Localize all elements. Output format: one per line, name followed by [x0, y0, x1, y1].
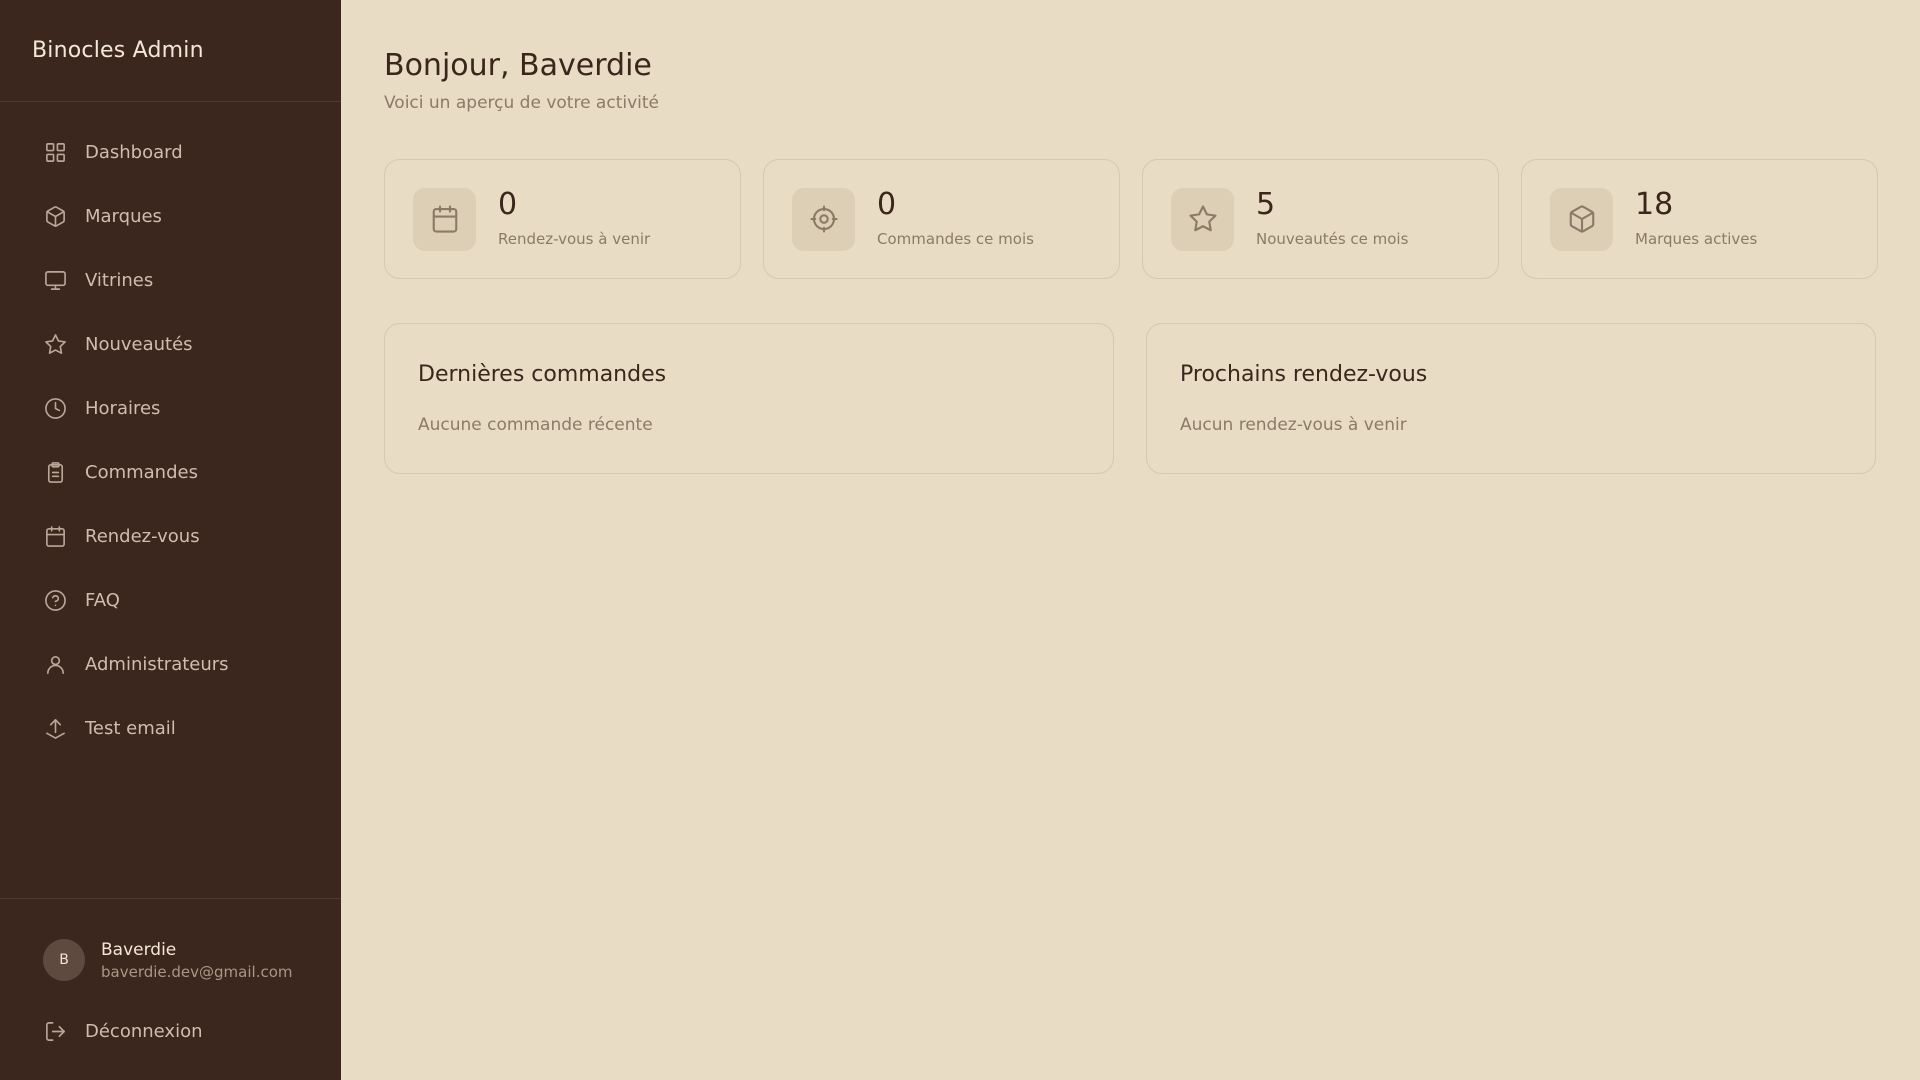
sidebar-item-label: Test email — [85, 717, 176, 739]
sidebar-nav: Dashboard Marques Vitrines Nouveautés Ho… — [0, 102, 341, 898]
upcoming-appointments-panel: Prochains rendez-vous Aucun rendez-vous … — [1146, 323, 1876, 474]
sidebar-item-label: Horaires — [85, 397, 161, 419]
stat-value: 18 — [1635, 187, 1674, 222]
sidebar-item-dashboard[interactable]: Dashboard — [0, 120, 341, 184]
stat-value: 5 — [1256, 187, 1276, 222]
monitor-icon — [43, 268, 67, 292]
page-title: Bonjour, Baverdie — [384, 48, 652, 83]
sidebar: Binocles Admin Dashboard Marques Vitrine… — [0, 0, 341, 1080]
sidebar-footer: B Baverdie baverdie.dev@gmail.com Déconn… — [0, 898, 341, 1080]
recent-orders-panel: Dernières commandes Aucune commande réce… — [384, 323, 1114, 474]
sidebar-item-label: Dashboard — [85, 141, 183, 163]
stat-card-marques: 18 Marques actives — [1521, 159, 1878, 279]
app-title: Binocles Admin — [0, 0, 341, 102]
sidebar-item-vitrines[interactable]: Vitrines — [0, 248, 341, 312]
logout-label: Déconnexion — [85, 1020, 203, 1042]
stats-row: 0 Rendez-vous à venir 0 Commandes ce moi… — [384, 159, 1878, 279]
stat-value: 0 — [498, 187, 518, 222]
sidebar-item-label: Commandes — [85, 461, 198, 483]
clock-icon — [43, 396, 67, 420]
sidebar-item-marques[interactable]: Marques — [0, 184, 341, 248]
sidebar-item-label: Rendez-vous — [85, 525, 200, 547]
avatar: B — [43, 939, 85, 981]
help-circle-icon — [43, 588, 67, 612]
stat-value: 0 — [877, 187, 897, 222]
sidebar-item-administrateurs[interactable]: Administrateurs — [0, 632, 341, 696]
user-name: Baverdie — [101, 939, 177, 960]
sidebar-item-test-email[interactable]: Test email — [0, 696, 341, 760]
calendar-icon — [413, 187, 476, 251]
stat-card-rendez-vous: 0 Rendez-vous à venir — [384, 159, 741, 279]
stat-card-nouveautes: 5 Nouveautés ce mois — [1142, 159, 1499, 279]
panel-title: Dernières commandes — [418, 362, 667, 387]
grid-icon — [43, 140, 67, 164]
sidebar-item-label: Administrateurs — [85, 653, 229, 675]
stat-label: Nouveautés ce mois — [1256, 230, 1409, 248]
sidebar-item-commandes[interactable]: Commandes — [0, 440, 341, 504]
page-subtitle: Voici un aperçu de votre activité — [384, 93, 659, 113]
main-content: Bonjour, Baverdie Voici un aperçu de vot… — [341, 0, 1920, 1080]
sidebar-item-nouveautes[interactable]: Nouveautés — [0, 312, 341, 376]
stat-label: Marques actives — [1635, 230, 1758, 248]
empty-state-text: Aucun rendez-vous à venir — [1180, 415, 1407, 435]
empty-state-text: Aucune commande récente — [418, 415, 653, 435]
box-icon — [1550, 187, 1613, 251]
sidebar-item-faq[interactable]: FAQ — [0, 568, 341, 632]
sidebar-item-rendez-vous[interactable]: Rendez-vous — [0, 504, 341, 568]
stat-label: Commandes ce mois — [877, 230, 1034, 248]
calendar-icon — [43, 524, 67, 548]
user-info: Baverdie baverdie.dev@gmail.com — [101, 940, 293, 981]
panels-row: Dernières commandes Aucune commande réce… — [384, 323, 1878, 474]
sidebar-item-label: Vitrines — [85, 269, 154, 291]
user-icon — [43, 652, 67, 676]
sidebar-item-label: Marques — [85, 205, 162, 227]
star-icon — [1171, 187, 1234, 251]
sidebar-item-label: FAQ — [85, 589, 120, 611]
sidebar-item-horaires[interactable]: Horaires — [0, 376, 341, 440]
stat-card-commandes: 0 Commandes ce mois — [763, 159, 1120, 279]
star-icon — [43, 332, 67, 356]
box-icon — [43, 204, 67, 228]
logout-button[interactable]: Déconnexion — [0, 1011, 341, 1051]
panel-title: Prochains rendez-vous — [1180, 362, 1428, 387]
user-email: baverdie.dev@gmail.com — [101, 962, 293, 981]
target-icon — [792, 187, 855, 251]
sidebar-item-label: Nouveautés — [85, 333, 193, 355]
upload-icon — [43, 716, 67, 740]
logout-icon — [43, 1019, 67, 1043]
user-profile[interactable]: B Baverdie baverdie.dev@gmail.com — [0, 939, 341, 981]
clipboard-icon — [43, 460, 67, 484]
stat-label: Rendez-vous à venir — [498, 230, 651, 248]
